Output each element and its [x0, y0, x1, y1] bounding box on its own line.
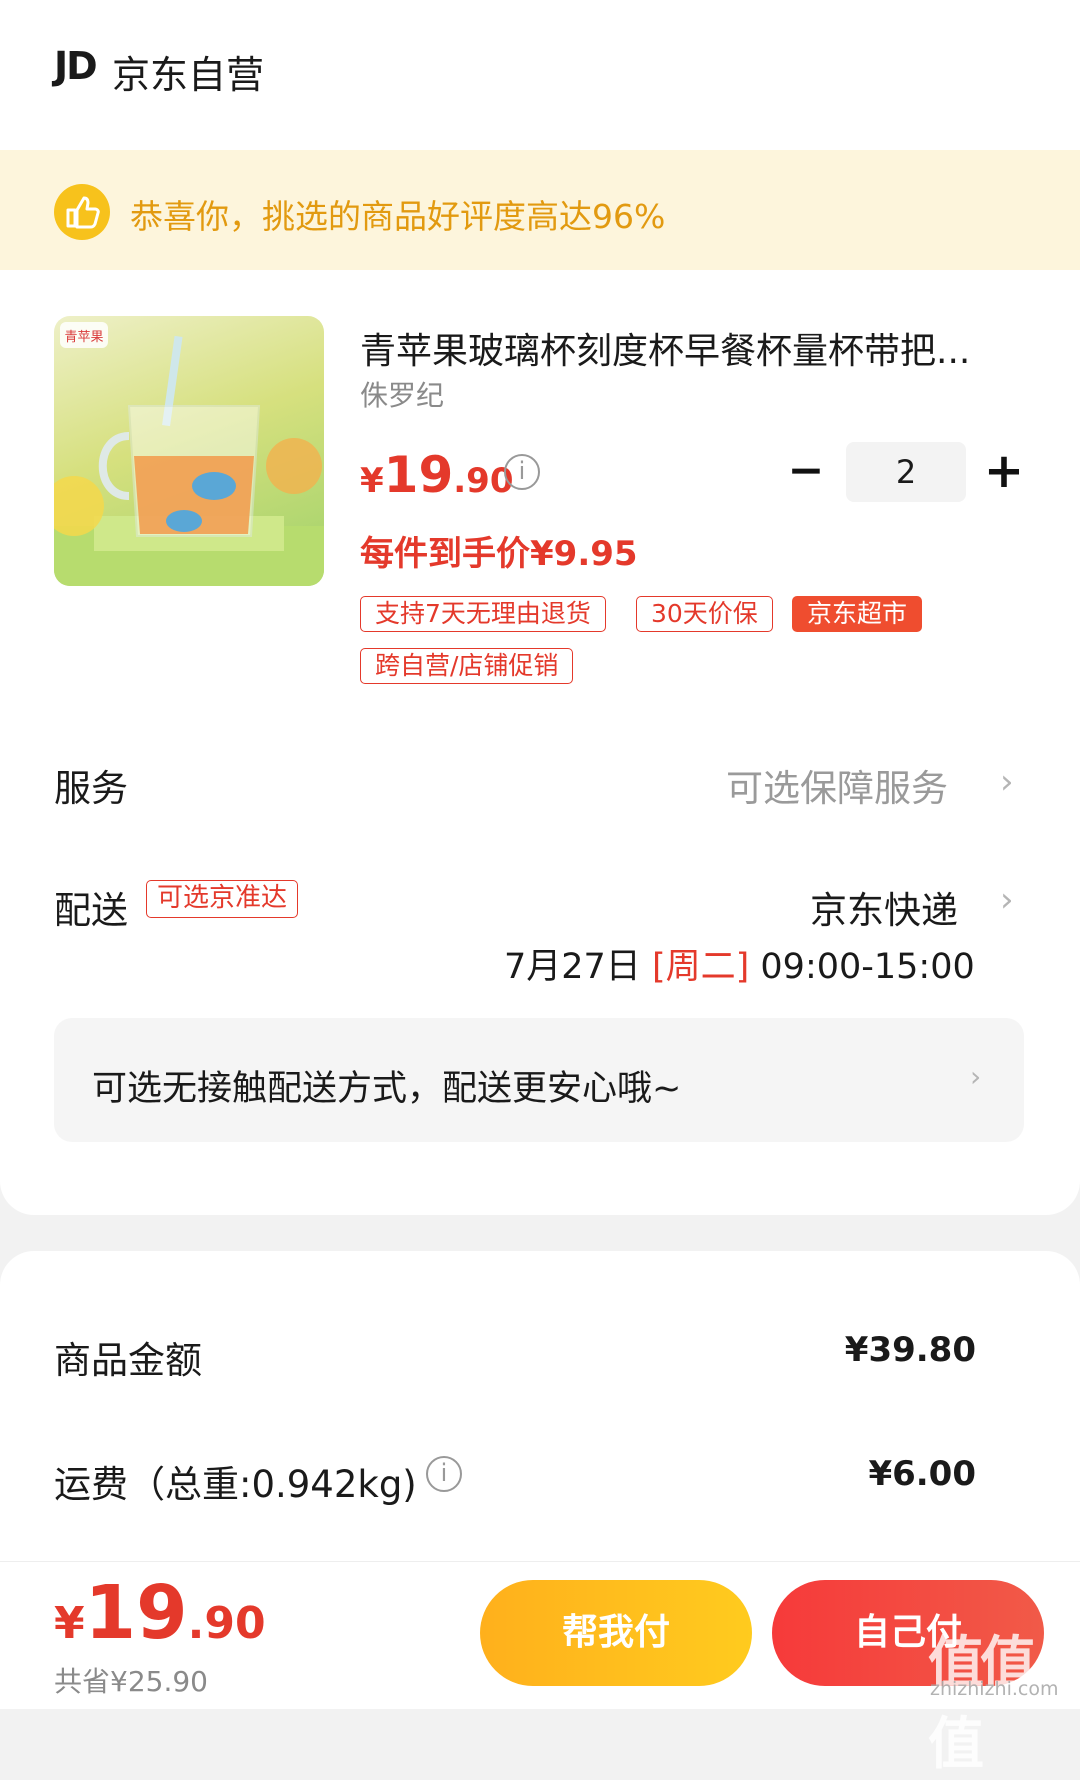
total-currency: ¥	[54, 1598, 85, 1649]
rating-banner-text: 恭喜你，挑选的商品好评度高达96%	[130, 197, 666, 236]
product-image[interactable]: 青苹果	[54, 316, 324, 586]
product-brand: 侏罗纪	[360, 379, 445, 412]
help-pay-button[interactable]: 帮我付	[480, 1580, 752, 1686]
service-chevron-icon[interactable]: ›	[1000, 762, 1014, 802]
price-integer: 19	[383, 446, 454, 504]
shipping-info-icon[interactable]: i	[426, 1456, 462, 1492]
summary-card	[0, 1251, 1080, 1561]
goods-amount-label: 商品金额	[54, 1339, 202, 1382]
thumbs-up-icon	[54, 184, 110, 240]
contactless-delivery-text: 可选无接触配送方式，配送更安心哦~	[92, 1069, 682, 1109]
watermark-url: zhizhizhi.com	[930, 1678, 1059, 1700]
total-price: ¥19.90	[54, 1570, 266, 1656]
store-name: 京东自营	[112, 53, 265, 97]
service-label: 服务	[54, 767, 128, 810]
shipping-fee-value: ¥6.00	[868, 1454, 976, 1494]
quantity-plus-button[interactable]: +	[982, 446, 1026, 496]
service-value[interactable]: 可选保障服务	[726, 758, 948, 812]
quantity-minus-button[interactable]: −	[786, 446, 826, 496]
product-price: ¥19.90	[360, 446, 514, 504]
goods-amount-value: ¥39.80	[844, 1330, 976, 1370]
delivery-chevron-icon[interactable]: ›	[1000, 880, 1014, 920]
delivery-time-range: 09:00-15:00	[760, 947, 975, 987]
price-info-icon[interactable]: i	[504, 454, 540, 490]
tag-price-protection: 30天价保	[636, 596, 773, 632]
delivery-label: 配送	[54, 889, 128, 932]
product-image-brand: 青苹果	[64, 330, 103, 345]
jd-logo: JD	[54, 44, 98, 88]
unit-price: 每件到手价¥9.95	[360, 534, 638, 574]
tag-promotion: 跨自营/店铺促销	[360, 648, 574, 684]
total-decimal: .90	[187, 1598, 266, 1649]
shipping-fee-label: 运费（总重:0.942kg)	[54, 1463, 417, 1506]
delivery-time: 7月27日 [周二] 09:00-15:00	[504, 938, 975, 989]
total-saved: 共省¥25.90	[54, 1665, 208, 1698]
delivery-carrier[interactable]: 京东快递	[810, 880, 958, 934]
delivery-weekday: [周二]	[651, 947, 750, 987]
delivery-badge[interactable]: 可选京准达	[146, 880, 299, 918]
total-integer: 19	[84, 1570, 188, 1656]
product-title[interactable]: 青苹果玻璃杯刻度杯早餐杯量杯带把...	[360, 322, 970, 374]
contactless-chevron-icon[interactable]: ›	[970, 1060, 981, 1093]
price-currency: ¥	[360, 461, 384, 501]
tag-7day-return: 支持7天无理由退货	[360, 596, 606, 632]
tag-jd-supermarket: 京东超市	[792, 596, 923, 632]
quantity-input[interactable]: 2	[846, 442, 966, 502]
delivery-date: 7月27日	[504, 947, 641, 987]
